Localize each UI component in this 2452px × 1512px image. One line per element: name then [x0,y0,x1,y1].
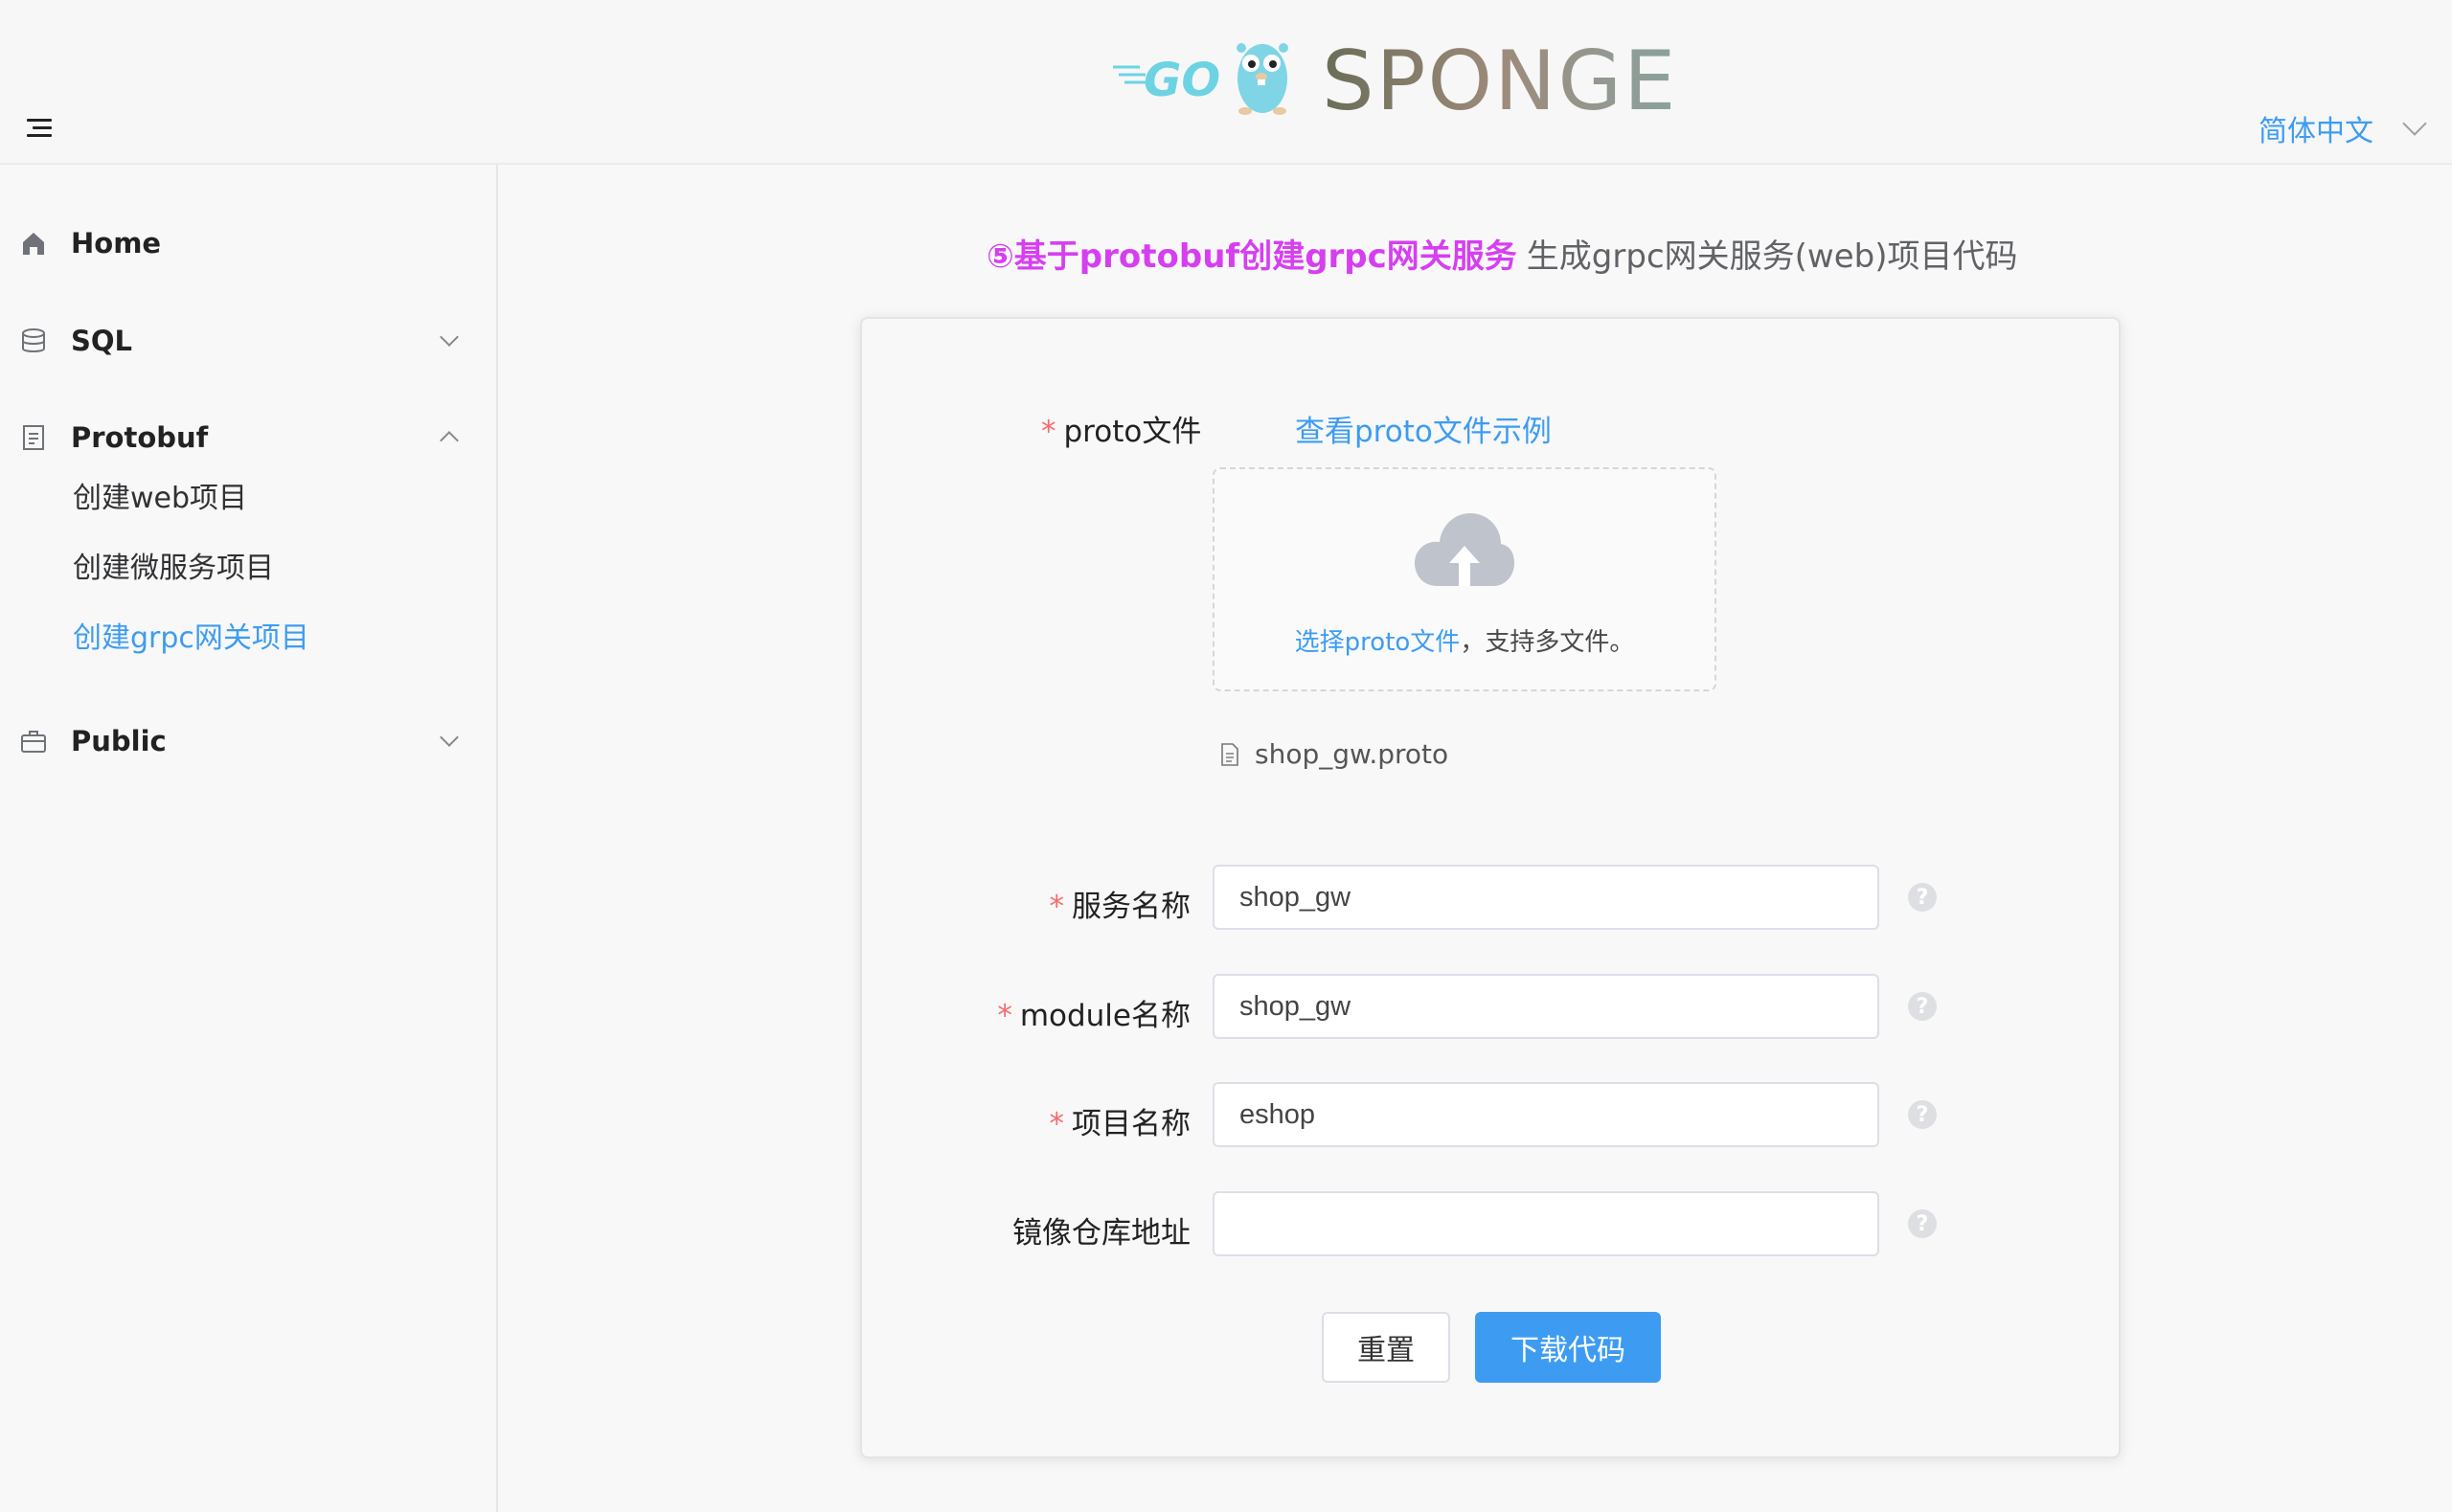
help-icon[interactable]: ? [1908,1209,1937,1238]
page-title-subtitle: 生成grpc网关服务(web)项目代码 [1526,237,2018,276]
project-name-label-text: 项目名称 [1072,1107,1191,1141]
sidebar-item-label: SQL [71,325,133,357]
top-header: GO SPONGE 简体中文 [0,0,2452,165]
sidebar-item-label: Public [71,725,167,757]
sidebar-subitem-microservice[interactable]: 创建微服务项目 [73,544,274,586]
page-title-accent: ⑤基于protobuf创建grpc网关服务 [987,237,1517,276]
sponge-logo: GO SPONGE [1111,34,1724,121]
document-icon [23,425,44,450]
required-marker: * [1049,1107,1065,1141]
help-icon[interactable]: ? [1908,992,1937,1021]
upload-hint: 选择proto文件，支持多文件。 [1215,622,1714,658]
logo-go-text: GO [1144,54,1220,107]
language-selector[interactable]: 简体中文 [2259,107,2427,149]
sidebar-subitem-grpc-gateway[interactable]: 创建grpc网关项目 [73,614,309,656]
sidebar-item-home[interactable]: Home [0,214,496,272]
registry-label: 镜像仓库地址 [1012,1216,1191,1251]
form-card: * proto文件 查看proto文件示例 选择proto文件，支持多文件。 sh… [860,317,2121,1458]
sidebar-item-sql[interactable]: SQL [0,312,496,370]
project-name-label: * 项目名称 [1018,1099,1192,1142]
proto-file-label: * proto文件 [1041,407,1201,450]
language-label[interactable]: 简体中文 [2259,107,2373,149]
menu-toggle-icon[interactable] [27,119,52,138]
sidebar-item-public[interactable]: Public [0,712,496,770]
file-icon [1221,742,1238,766]
help-icon[interactable]: ? [1908,883,1937,912]
module-name-input[interactable]: shop_gw [1213,974,1879,1039]
project-name-input[interactable]: eshop [1213,1082,1879,1147]
service-name-label-text: 服务名称 [1072,890,1191,924]
proto-example-link[interactable]: 查看proto文件示例 [1295,407,1552,450]
sidebar-item-label: Home [71,227,162,260]
sidebar-item-label: Protobuf [71,421,209,454]
uploaded-file-item[interactable]: shop_gw.proto [1220,738,1448,770]
sidebar-subitem-web[interactable]: 创建web项目 [73,474,247,516]
module-name-label: * module名称 [970,991,1191,1034]
proto-file-label-text: proto文件 [1063,415,1202,449]
proto-upload-dropzone[interactable]: 选择proto文件，支持多文件。 [1213,467,1716,691]
required-marker: * [1049,890,1065,924]
home-icon [23,233,44,255]
help-icon[interactable]: ? [1908,1100,1937,1129]
upload-cloud-icon [1415,513,1514,586]
upload-hint-text: ，支持多文件。 [1460,628,1635,657]
upload-select-link[interactable]: 选择proto文件 [1295,628,1461,657]
briefcase-icon [21,731,46,753]
chevron-down-icon[interactable] [2402,111,2427,136]
service-name-input[interactable]: shop_gw [1213,865,1879,930]
database-icon [22,328,45,352]
sidebar-item-protobuf[interactable]: Protobuf [0,409,496,466]
registry-input[interactable] [1213,1191,1879,1256]
service-name-label: * 服务名称 [1018,882,1192,925]
required-marker: * [1041,415,1056,449]
sidebar: Home SQL Protobuf 创建web项目 创建微服务项目 创建grpc… [0,165,498,1512]
module-name-label-text: module名称 [1019,999,1191,1033]
page-title: ⑤基于protobuf创建grpc网关服务 生成grpc网关服务(web)项目代码 [987,230,2017,277]
logo-graphic: GO SPONGE [1113,34,1677,121]
required-marker: * [997,999,1012,1033]
chevron-down-icon [440,728,459,747]
chevron-up-icon [440,431,459,450]
reset-button[interactable]: 重置 [1322,1312,1450,1383]
download-code-button[interactable]: 下载代码 [1475,1312,1661,1383]
logo-sponge-text: SPONGE [1322,34,1677,121]
chevron-down-icon [440,327,459,347]
uploaded-file-name: shop_gw.proto [1255,738,1449,770]
